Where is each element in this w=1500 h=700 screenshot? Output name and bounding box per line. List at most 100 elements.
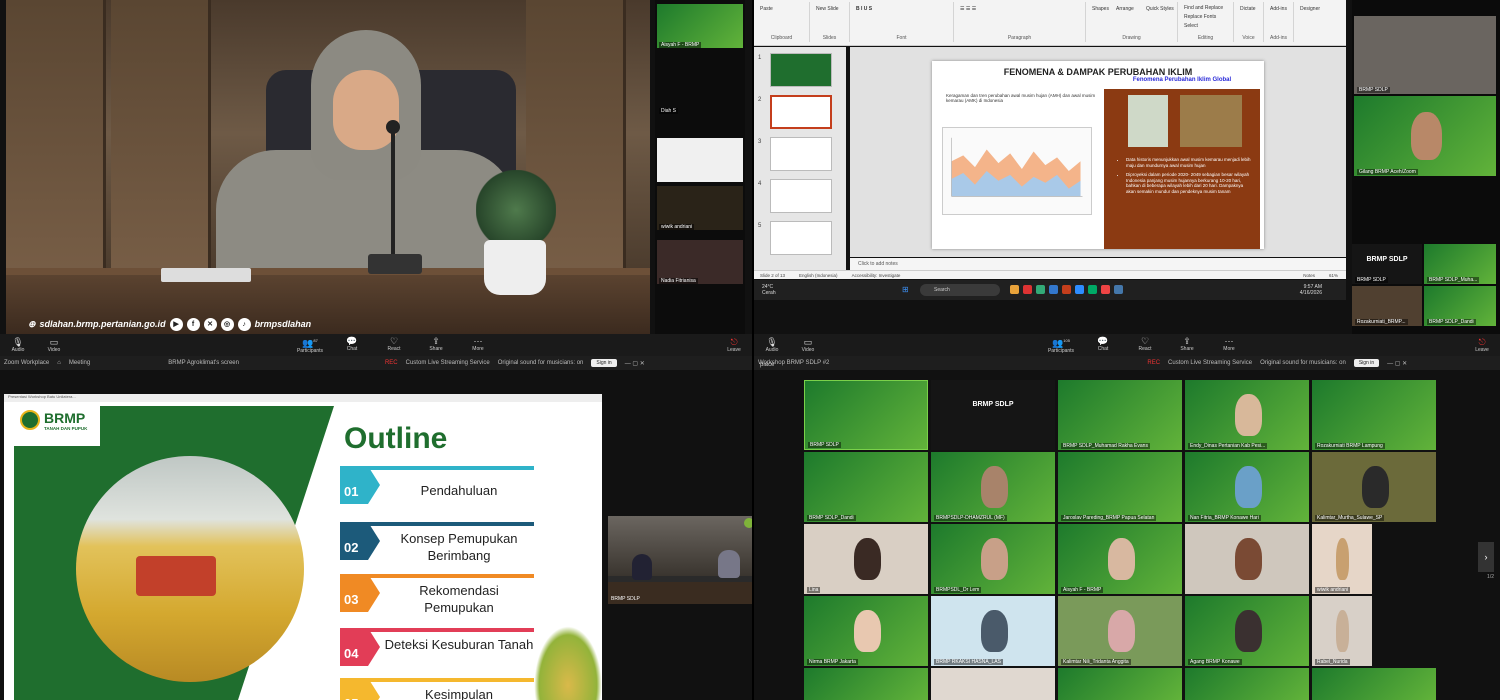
window-controls[interactable]: — ▢ ✕	[1387, 360, 1407, 367]
participant-tile[interactable]: BRMP SDLP_Dandi	[804, 452, 928, 522]
tab-meeting[interactable]: Meeting	[69, 360, 90, 366]
paste-button[interactable]: Paste	[760, 6, 773, 12]
react-button[interactable]: ♡ React	[376, 336, 412, 354]
microphone-icon: 🎙	[766, 337, 778, 347]
participant-tile[interactable]: wiwik andriani	[1312, 524, 1372, 594]
notes-pane[interactable]: Click to add notes	[850, 258, 1346, 270]
video-button[interactable]: ▭ Video	[790, 337, 826, 353]
slide-thumb-selected[interactable]	[770, 95, 832, 129]
rec-indicator: REC	[1147, 360, 1161, 366]
participant-tile[interactable]	[931, 668, 1055, 700]
windows-start-icon[interactable]: ⊞	[902, 285, 909, 294]
participant-tile[interactable]: Rozakurniati BRMP Lampung	[1312, 380, 1436, 450]
participant-tile[interactable]: Kalimtar Nili_Tridanta Anggita	[1058, 596, 1182, 666]
zoom-top-bar: Workshop BRMP SDLP #2 REC Custom Live St…	[754, 356, 1500, 370]
taskbar-apps[interactable]	[1010, 285, 1127, 294]
taskbar-clock[interactable]: 9:57 AM 4/16/2026	[1300, 284, 1322, 296]
participant-thumb[interactable]: wiwik andriani	[657, 186, 743, 230]
participant-tile[interactable]: Rabel_Nurida	[1312, 596, 1372, 666]
participant-thumb[interactable]: Nadia Fitrianisa	[657, 240, 743, 284]
participant-tile[interactable]: Nan Fitria_BRMP Konawe Hari	[1185, 452, 1309, 522]
find-replace-button[interactable]: Find and Replace	[1184, 5, 1223, 11]
quick-styles-button[interactable]: Quick Styles	[1146, 6, 1176, 12]
original-sound-label[interactable]: Original sound for musicians: on	[1260, 360, 1346, 366]
slide-thumbnails[interactable]: 1 2 3 4 5	[754, 47, 846, 270]
window-controls[interactable]: — ▢ ✕	[625, 360, 645, 367]
paragraph-buttons[interactable]: ☰ ☰ ☰	[960, 6, 976, 12]
slide-thumb[interactable]	[770, 179, 832, 213]
video-button[interactable]: ▭ Video	[36, 337, 72, 353]
tab-screen-share[interactable]: BRMP Agroklimat's screen	[168, 360, 239, 366]
slide-image-map	[1128, 95, 1168, 147]
participant-tile[interactable]: Gilang BRMP Aceh/Zoom	[1354, 96, 1496, 176]
participant-thumb[interactable]: Diah S	[657, 70, 743, 114]
font-format-buttons[interactable]: B I U S	[856, 6, 872, 12]
participant-tile[interactable]: Endy_Dinas Pertanian Kab Pesi...	[1185, 380, 1309, 450]
addins-button[interactable]: Add-ins	[1270, 6, 1287, 12]
leave-button[interactable]: ⎋ Leave	[716, 337, 752, 353]
participant-tile[interactable]	[1312, 668, 1436, 700]
participant-tile[interactable]: BRMPSDL_Dr Lem	[931, 524, 1055, 594]
shapes-button[interactable]: Shapes	[1092, 6, 1109, 12]
designer-button[interactable]: Designer	[1300, 6, 1320, 12]
floating-video-thumb[interactable]: BRMP SDLP	[608, 516, 752, 604]
speaker-video-panel: ⊕ sdlahan.brmp.pertanian.go.id ▶ f ✕ ◎ ♪…	[0, 0, 752, 356]
more-button[interactable]: ⋯ More	[460, 336, 496, 354]
chat-button[interactable]: 💬 Chat	[334, 336, 370, 354]
participant-tile[interactable]: BRMPSDLP-DHAMZRUL (MF)	[931, 452, 1055, 522]
participant-tile[interactable]: BRMP SDLP	[1354, 16, 1496, 94]
participant-tile[interactable]: BRMP SDLP_Dandi	[1424, 286, 1496, 326]
outline-share-panel: Zoom Workplace ⌂ Meeting BRMP Agroklimat…	[0, 356, 752, 700]
participant-tile[interactable]: Agang BRMP Konawe	[1185, 596, 1309, 666]
participant-tile[interactable]: Nirma BRMP Jakarta	[804, 596, 928, 666]
react-button[interactable]: ♡ React	[1127, 336, 1163, 354]
taskbar-search[interactable]: Search	[920, 284, 1000, 296]
slide-thumb[interactable]	[770, 221, 832, 255]
select-button[interactable]: Select	[1184, 23, 1198, 29]
participant-tile[interactable]: BRMP SDLP_Muha...	[1424, 244, 1496, 284]
share-button[interactable]: ⇪ Share	[418, 336, 454, 354]
participant-strip[interactable]: Aisyah F - BRMP Diah S wiwik andriani Na…	[655, 0, 745, 334]
participant-tile[interactable]: BRMP SDLP	[931, 380, 1055, 450]
more-button[interactable]: ⋯ More	[1211, 336, 1247, 354]
slide-thumb[interactable]	[770, 137, 832, 171]
participant-tile[interactable]	[1185, 668, 1309, 700]
live-streaming-label[interactable]: Custom Live Streaming Service	[1168, 360, 1252, 366]
participant-tile[interactable]: BRMP SDLP BRMP SDLP	[1352, 244, 1422, 284]
participant-tile[interactable]: Rozakurniati_BRMP...	[1352, 286, 1422, 326]
participant-tile[interactable]	[1058, 668, 1182, 700]
participant-tile[interactable]: BRMP SDLP_Muhamad Rakha Evans	[1058, 380, 1182, 450]
microphone-stand	[391, 125, 395, 260]
weather-widget[interactable]: 24°C Cerah	[762, 284, 776, 296]
chat-button[interactable]: 💬 Chat	[1085, 336, 1121, 354]
arrange-button[interactable]: Arrange	[1116, 6, 1134, 12]
share-button[interactable]: ⇪ Share	[1169, 336, 1205, 354]
next-page-button[interactable]: ›	[1478, 542, 1494, 572]
audio-button[interactable]: 🎙 Audio	[0, 337, 36, 353]
participants-button[interactable]: 👥105 Participants	[1043, 336, 1079, 354]
new-slide-button[interactable]: New Slide	[816, 6, 839, 12]
participant-tile[interactable]: Jaroslav Pareding_BRMP Papua Selatan	[1058, 452, 1182, 522]
sign-in-button[interactable]: Sign in	[591, 359, 617, 367]
audio-button[interactable]: 🎙 Audio	[754, 337, 790, 353]
slide-thumb[interactable]	[770, 53, 832, 87]
participant-thumb[interactable]	[657, 138, 743, 182]
participant-tile[interactable]: Lina	[804, 524, 928, 594]
participant-tile[interactable]: BRMP SDLP	[804, 380, 928, 450]
participants-button[interactable]: 👥87 Participants	[292, 336, 328, 354]
leave-button[interactable]: ⎋ Leave	[1464, 337, 1500, 353]
participant-tile[interactable]: Aisyah F - BRMP	[1058, 524, 1182, 594]
sign-in-button[interactable]: Sign in	[1353, 359, 1380, 367]
participant-tile[interactable]	[804, 668, 928, 700]
participant-tile[interactable]: Kalimtar_Murtha_Sulawe_SP	[1312, 452, 1436, 522]
outline-item-04: 04 Deteksi Kesuburan Tanah	[340, 624, 534, 670]
home-icon[interactable]: ⌂	[57, 360, 61, 366]
participant-thumb[interactable]: Aisyah F - BRMP	[657, 4, 743, 48]
live-streaming-label[interactable]: Custom Live Streaming Service	[406, 360, 490, 366]
replace-fonts-button[interactable]: Replace Fonts	[1184, 14, 1216, 20]
social-handle-right: brmpsdlahan	[254, 319, 312, 329]
participant-tile[interactable]: BRMP RKAKSI HASNA_LAS	[931, 596, 1055, 666]
participant-tile[interactable]	[1185, 524, 1309, 594]
original-sound-label[interactable]: Original sound for musicians: on	[498, 360, 584, 366]
dictate-button[interactable]: Dictate	[1240, 6, 1256, 12]
